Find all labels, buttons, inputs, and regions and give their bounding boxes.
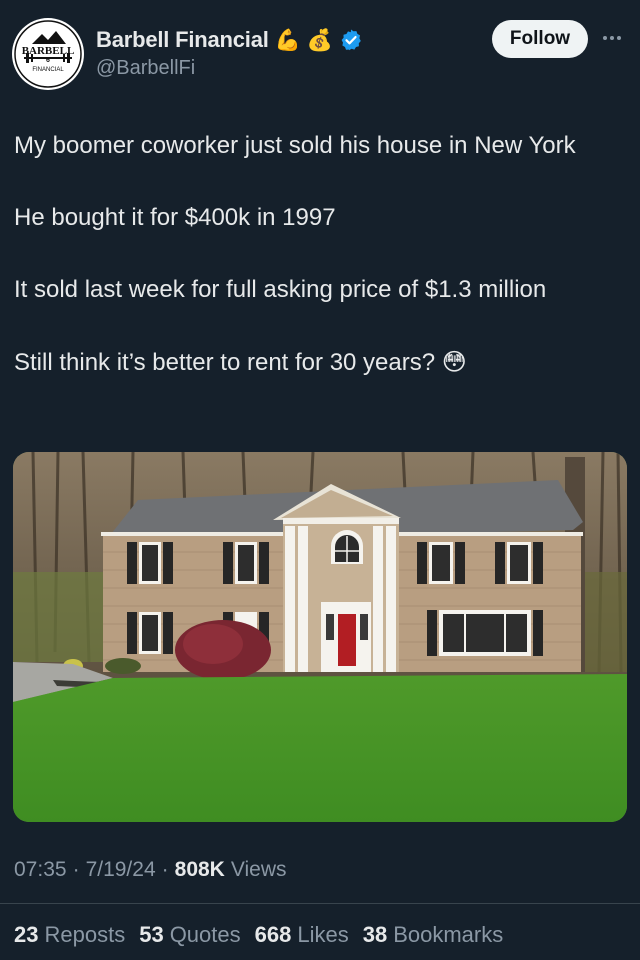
tweet-photo[interactable] <box>13 452 627 822</box>
meta-separator: · <box>72 858 80 881</box>
svg-text:FINANCIAL: FINANCIAL <box>32 67 64 73</box>
tweet-text: My boomer coworker just sold his house i… <box>14 128 614 381</box>
views-count[interactable]: 808K <box>175 858 225 882</box>
likes-count: 668 <box>254 922 292 947</box>
tweet-paragraph: It sold last week for full asking price … <box>14 276 547 303</box>
engagement-stats: 23 Reposts 53 Quotes 668 Likes 38 Bookma… <box>14 922 503 948</box>
reposts-label: Reposts <box>44 922 126 947</box>
author-handle[interactable]: @BarbellFi <box>96 57 195 80</box>
likes-label: Likes <box>297 922 349 947</box>
tweet-time[interactable]: 07:35 <box>14 858 67 882</box>
meta-separator: · <box>161 858 169 881</box>
views-label[interactable]: Views <box>231 858 287 882</box>
tweet-paragraph-last: Still think it’s better to rent for 30 y… <box>14 344 614 381</box>
tweet-page: BARBELL 6 FINANCIAL Barbell Financial 💪 … <box>0 0 640 960</box>
more-options-icon[interactable] <box>598 24 626 52</box>
svg-text:6: 6 <box>46 57 50 64</box>
reposts-count: 23 <box>14 922 39 947</box>
divider <box>0 903 640 904</box>
tweet-paragraph: My boomer coworker just sold his house i… <box>14 132 576 159</box>
tweet-meta: 07:35 · 7/19/24 · 808K Views <box>14 858 286 882</box>
bookmarks-stat[interactable]: 38 Bookmarks <box>363 922 504 948</box>
verified-badge-icon[interactable] <box>339 28 363 52</box>
reposts-stat[interactable]: 23 Reposts <box>14 922 125 948</box>
money-bag-emoji: 💰 <box>306 27 333 52</box>
bookmarks-label: Bookmarks <box>393 922 504 947</box>
barbell-financial-logo: BARBELL 6 FINANCIAL <box>13 19 83 89</box>
house-image[interactable] <box>13 452 627 822</box>
flexed-biceps-emoji: 💪 <box>274 27 301 52</box>
quotes-label: Quotes <box>169 922 241 947</box>
display-name[interactable]: Barbell Financial <box>96 27 269 53</box>
quotes-stat[interactable]: 53 Quotes <box>139 922 240 948</box>
likes-stat[interactable]: 668 Likes <box>255 922 349 948</box>
avatar[interactable]: BARBELL 6 FINANCIAL <box>12 18 84 90</box>
tweet-paragraph: He bought it for $400k in 1997 <box>14 204 336 231</box>
bookmarks-count: 38 <box>362 922 388 947</box>
svg-text:BARBELL: BARBELL <box>22 45 75 57</box>
follow-button[interactable]: Follow <box>492 20 588 58</box>
tweet-date[interactable]: 7/19/24 <box>86 858 156 882</box>
flushed-face-emoji: 😳 <box>441 348 467 376</box>
author-name-row[interactable]: Barbell Financial 💪 💰 <box>96 24 363 56</box>
quotes-count: 53 <box>139 922 164 947</box>
tweet-paragraph: Still think it’s better to rent for 30 y… <box>14 349 436 376</box>
